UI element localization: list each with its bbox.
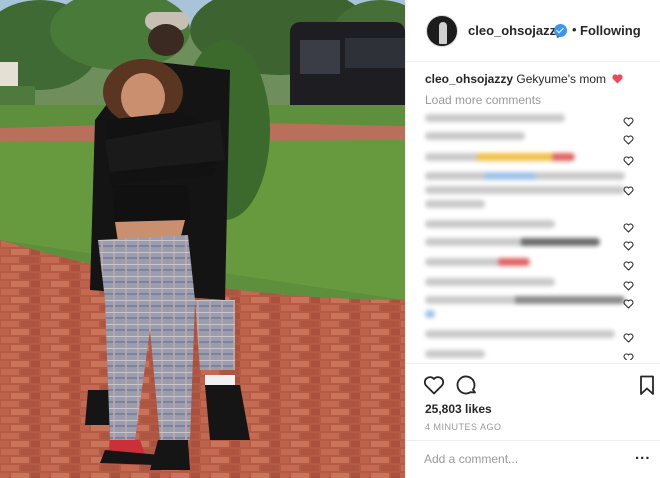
photo-scene (0, 0, 405, 478)
comment-like-icon[interactable] (623, 299, 634, 309)
comment-like-icon[interactable] (623, 117, 634, 127)
comment-like-icon[interactable] (623, 223, 634, 233)
header-username[interactable]: cleo_ohsojazzy (468, 23, 563, 38)
heart-outline-icon[interactable] (422, 373, 446, 397)
bookmark-icon[interactable] (635, 373, 659, 397)
post-photo[interactable] (0, 0, 405, 478)
action-bar (406, 370, 660, 400)
comment-item (425, 330, 640, 344)
comment-item (425, 278, 640, 292)
post-timestamp[interactable]: 4 MINUTES AGO (425, 422, 502, 432)
comment-item (425, 350, 640, 360)
post-side-panel: cleo_ohsojazzy • Following cleo_ohsojazz… (405, 0, 660, 478)
comment-item (425, 153, 640, 167)
post-header: cleo_ohsojazzy • Following (406, 0, 660, 62)
comment-like-icon[interactable] (623, 261, 634, 271)
comment-item (425, 296, 640, 324)
comment-item (425, 258, 640, 272)
comment-like-icon[interactable] (623, 241, 634, 251)
comment-item (425, 132, 640, 146)
comment-item (425, 172, 640, 214)
speech-bubble-icon[interactable] (455, 373, 479, 397)
comment-like-icon[interactable] (623, 135, 634, 145)
caption-username[interactable]: cleo_ohsojazzy (425, 72, 513, 86)
comment-like-icon[interactable] (623, 333, 634, 343)
separator-dot: • (572, 22, 577, 37)
comment-item (425, 220, 640, 234)
avatar[interactable] (426, 15, 458, 47)
comment-like-icon[interactable] (623, 281, 634, 291)
load-more-comments-link[interactable]: Load more comments (425, 93, 541, 107)
red-heart-emoji-icon (612, 74, 623, 84)
comments-list (406, 110, 660, 360)
likes-count[interactable]: 25,803 likes (425, 402, 492, 416)
caption: cleo_ohsojazzy Gekyume's mom (425, 72, 623, 86)
comment-item (425, 114, 640, 128)
verified-badge-icon (554, 24, 567, 37)
more-options-button[interactable]: ... (635, 446, 651, 463)
comment-like-icon[interactable] (623, 353, 634, 360)
add-comment-input[interactable] (424, 448, 619, 470)
instagram-post: cleo_ohsojazzy • Following cleo_ohsojazz… (0, 0, 660, 478)
following-button[interactable]: Following (580, 23, 641, 38)
comment-item (425, 238, 640, 252)
divider (406, 363, 660, 364)
divider (406, 440, 660, 441)
caption-text: Gekyume's mom (516, 72, 607, 86)
comment-like-icon[interactable] (623, 186, 634, 196)
comment-like-icon[interactable] (623, 156, 634, 166)
